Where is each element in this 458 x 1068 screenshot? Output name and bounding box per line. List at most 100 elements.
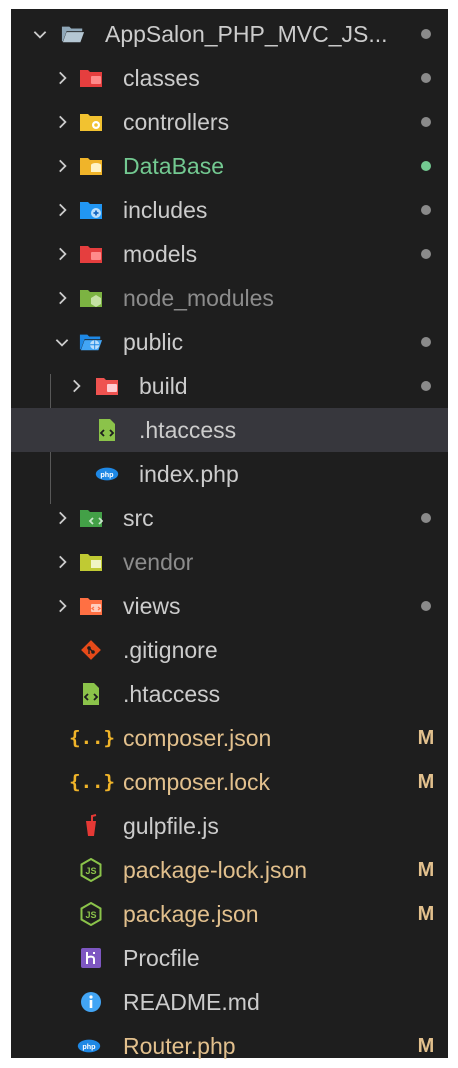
tree-item-label: public bbox=[123, 328, 184, 355]
chevron-right-icon[interactable] bbox=[51, 67, 73, 89]
tree-item-label: includes bbox=[123, 196, 208, 223]
tree-item-package-lock[interactable]: JS package-lock.json M bbox=[11, 848, 448, 892]
status-dot bbox=[416, 68, 436, 88]
folder-vendor-icon bbox=[79, 550, 103, 574]
chevron-right-icon[interactable] bbox=[51, 287, 73, 309]
folder-models-icon bbox=[79, 242, 103, 266]
heroku-icon bbox=[79, 946, 103, 970]
chevron-right-icon[interactable] bbox=[51, 111, 73, 133]
tree-item-label: README.md bbox=[123, 988, 260, 1015]
tree-item-label: gulpfile.js bbox=[123, 812, 219, 839]
svg-text:php: php bbox=[100, 470, 114, 479]
folder-src-icon bbox=[79, 506, 103, 530]
status-dot bbox=[416, 332, 436, 352]
tree-item-node-modules[interactable]: node_modules bbox=[11, 276, 448, 320]
modified-badge: M bbox=[417, 858, 435, 881]
status-dot bbox=[416, 24, 436, 44]
php-icon: php bbox=[77, 1034, 101, 1058]
chevron-right-icon[interactable] bbox=[51, 243, 73, 265]
tree-item-views[interactable]: views bbox=[11, 584, 448, 628]
folder-views-icon bbox=[79, 594, 103, 618]
modified-badge: M bbox=[417, 726, 435, 749]
chevron-right-icon[interactable] bbox=[51, 595, 73, 617]
folder-controllers-icon bbox=[79, 110, 103, 134]
folder-classes-icon bbox=[79, 66, 103, 90]
tree-item-public[interactable]: public bbox=[11, 320, 448, 364]
tree-item-gulpfile[interactable]: gulpfile.js bbox=[11, 804, 448, 848]
gulp-icon bbox=[79, 814, 103, 838]
tree-item-controllers[interactable]: controllers bbox=[11, 100, 448, 144]
tree-item-label: package-lock.json bbox=[123, 856, 308, 883]
tree-item-vendor[interactable]: vendor bbox=[11, 540, 448, 584]
svg-text:php: php bbox=[82, 1042, 96, 1051]
status-dot bbox=[416, 156, 436, 176]
htaccess-icon bbox=[95, 418, 119, 442]
chevron-right-icon[interactable] bbox=[51, 551, 73, 573]
status-dot bbox=[416, 244, 436, 264]
tree-item-classes[interactable]: classes bbox=[11, 56, 448, 100]
tree-item-label: Procfile bbox=[123, 944, 200, 971]
tree-item-label: composer.json bbox=[123, 724, 272, 751]
tree-item-label: Router.php bbox=[123, 1032, 236, 1059]
tree-item-label: views bbox=[123, 592, 181, 619]
tree-item-readme[interactable]: README.md bbox=[11, 980, 448, 1024]
folder-node-icon bbox=[79, 286, 103, 310]
tree-item-procfile[interactable]: Procfile bbox=[11, 936, 448, 980]
status-dot bbox=[416, 508, 436, 528]
chevron-down-icon[interactable] bbox=[51, 331, 73, 353]
nodejs-icon: JS bbox=[79, 902, 103, 926]
chevron-right-icon[interactable] bbox=[51, 199, 73, 221]
htaccess-icon bbox=[79, 682, 103, 706]
tree-item-gitignore[interactable]: .gitignore bbox=[11, 628, 448, 672]
modified-badge: M bbox=[417, 1034, 435, 1057]
file-explorer: AppSalon_PHP_MVC_JS... classes controlle… bbox=[11, 9, 448, 1059]
folder-database-icon bbox=[79, 154, 103, 178]
svg-text:JS: JS bbox=[85, 866, 96, 876]
folder-public-icon bbox=[79, 330, 103, 354]
tree-item-label: index.php bbox=[139, 460, 239, 487]
tree-item-label: build bbox=[139, 372, 188, 399]
tree-root-folder[interactable]: AppSalon_PHP_MVC_JS... bbox=[11, 12, 448, 56]
chevron-right-icon[interactable] bbox=[65, 375, 87, 397]
json-icon: {..} bbox=[69, 771, 115, 793]
status-dot bbox=[416, 376, 436, 396]
php-icon: php bbox=[95, 462, 119, 486]
tree-item-composer-json[interactable]: {..} composer.json M bbox=[11, 716, 448, 760]
tree-item-models[interactable]: models bbox=[11, 232, 448, 276]
nodejs-icon: JS bbox=[79, 858, 103, 882]
svg-text:JS: JS bbox=[85, 910, 96, 920]
modified-badge: M bbox=[417, 902, 435, 925]
chevron-right-icon[interactable] bbox=[51, 507, 73, 529]
tree-item-label: .htaccess bbox=[139, 416, 237, 443]
folder-include-icon bbox=[79, 198, 103, 222]
folder-build-icon bbox=[95, 374, 119, 398]
tree-item-composer-lock[interactable]: {..} composer.lock M bbox=[11, 760, 448, 804]
tree-item-package-json[interactable]: JS package.json M bbox=[11, 892, 448, 936]
tree-item-label: models bbox=[123, 240, 198, 267]
folder-open-icon bbox=[61, 22, 85, 46]
tree-item-label: .htaccess bbox=[123, 680, 221, 707]
tree-item-src[interactable]: src bbox=[11, 496, 448, 540]
tree-item-label: vendor bbox=[123, 548, 194, 575]
git-icon bbox=[79, 638, 103, 662]
tree-item-label: src bbox=[123, 504, 154, 531]
tree-item-label: DataBase bbox=[123, 152, 225, 179]
json-icon: {..} bbox=[69, 727, 115, 749]
tree-item-router-php[interactable]: php Router.php M bbox=[11, 1024, 448, 1068]
tree-item-database[interactable]: DataBase bbox=[11, 144, 448, 188]
info-icon bbox=[79, 990, 103, 1014]
chevron-down-icon[interactable] bbox=[29, 23, 51, 45]
status-dot bbox=[416, 112, 436, 132]
chevron-right-icon[interactable] bbox=[51, 155, 73, 177]
tree-item-label: controllers bbox=[123, 108, 230, 135]
tree-root-label: AppSalon_PHP_MVC_JS... bbox=[105, 20, 388, 47]
status-dot bbox=[416, 596, 436, 616]
tree-item-label: composer.lock bbox=[123, 768, 271, 795]
tree-item-includes[interactable]: includes bbox=[11, 188, 448, 232]
tree-item-build[interactable]: build bbox=[11, 364, 448, 408]
tree-item-public-htaccess[interactable]: .htaccess bbox=[11, 408, 448, 452]
tree-item-htaccess[interactable]: .htaccess bbox=[11, 672, 448, 716]
tree-item-index-php[interactable]: php index.php bbox=[11, 452, 448, 496]
modified-badge: M bbox=[417, 770, 435, 793]
tree-item-label: classes bbox=[123, 64, 200, 91]
